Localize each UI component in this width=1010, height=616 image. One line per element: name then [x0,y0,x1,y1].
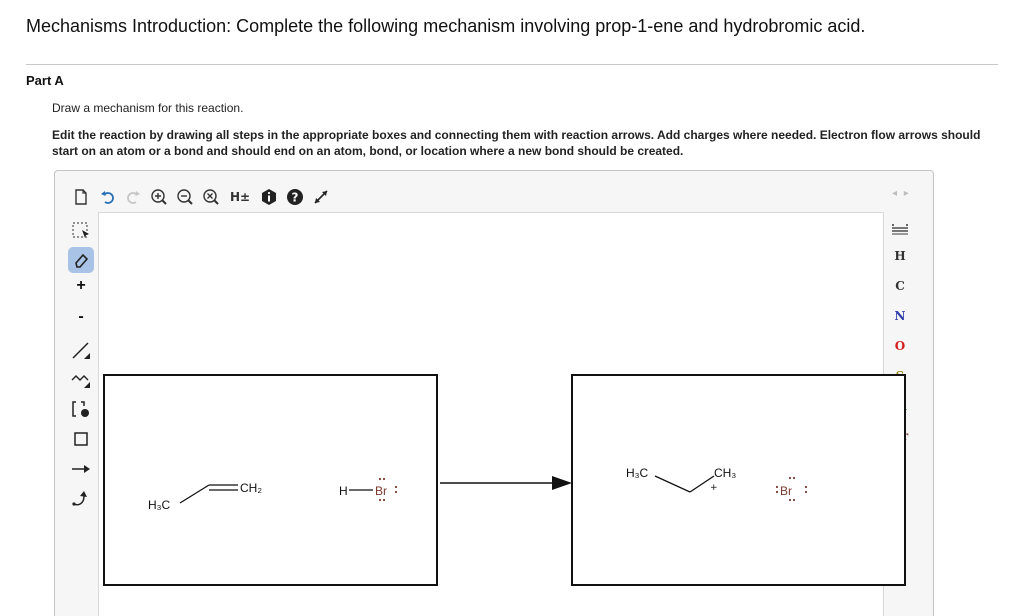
page-title: Mechanisms Introduction: Complete the fo… [26,16,866,36]
zoom-out-icon[interactable] [174,186,196,208]
element-button-n[interactable]: N [888,305,912,327]
lasso-select-icon[interactable] [68,218,94,244]
zoom-in-icon[interactable] [148,186,170,208]
single-bond-icon[interactable] [68,337,94,363]
undo-icon[interactable] [97,186,119,208]
zoom-reset-icon[interactable] [200,186,222,208]
new-document-icon[interactable] [70,186,92,208]
divider [26,64,998,65]
reactant-box[interactable] [103,374,438,586]
question-prompt: Draw a mechanism for this reaction. [52,101,244,115]
curved-arrow-icon[interactable] [68,486,94,512]
element-button-o[interactable]: O [888,335,912,357]
help-icon[interactable]: ? [284,186,306,208]
reaction-arrow-icon[interactable] [68,456,94,482]
add-charge-plus-icon[interactable]: + [68,273,94,299]
add-charge-minus-icon[interactable]: - [68,304,94,330]
fullscreen-icon[interactable] [310,186,332,208]
info-icon[interactable] [258,186,280,208]
chain-icon[interactable] [68,366,94,392]
part-label: Part A [26,73,64,88]
element-button-c[interactable]: C [888,275,912,297]
panel-scroll-arrows[interactable]: ◂ ▸ [892,188,911,199]
eraser-icon[interactable] [68,247,94,273]
periodic-table-icon[interactable] [888,218,912,240]
element-button-h[interactable]: H [888,245,912,267]
h-plus-icon[interactable]: H± [226,186,254,208]
box-tool-icon[interactable] [68,426,94,452]
svg-text:?: ? [292,191,299,205]
product-box[interactable] [571,374,906,586]
redo-icon[interactable] [122,186,144,208]
instructions-text: Edit the reaction by drawing all steps i… [52,128,981,158]
bracket-icon[interactable] [68,396,94,422]
